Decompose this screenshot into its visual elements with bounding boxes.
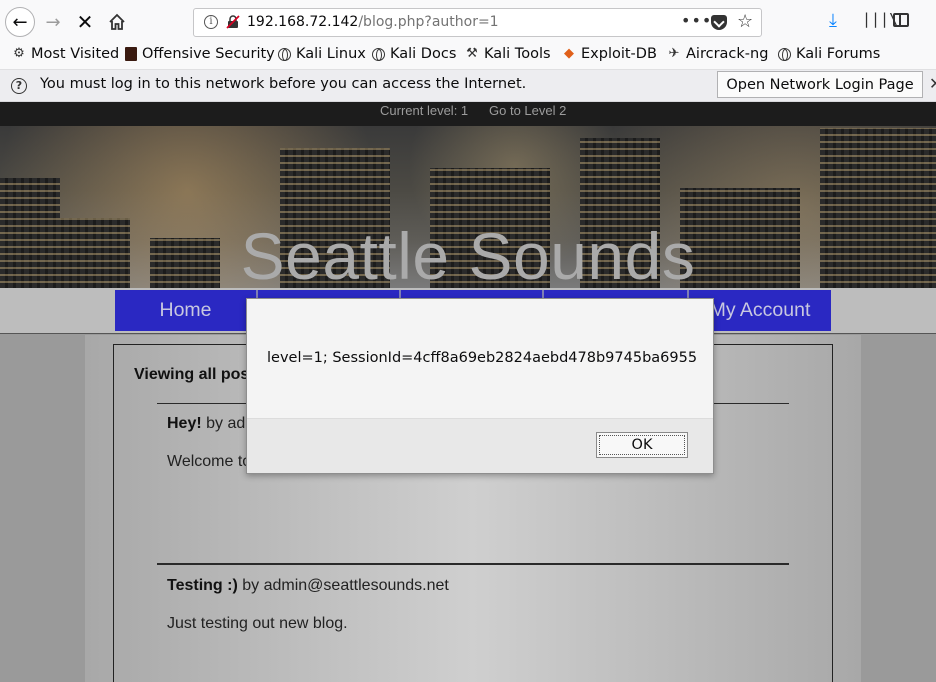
globe-icon (778, 47, 791, 61)
back-button[interactable]: ← (5, 7, 35, 37)
bookmark-offensive-security[interactable]: Offensive Security (125, 46, 275, 62)
post-body: Welcome to (167, 453, 252, 470)
post-byline: by ad (201, 415, 246, 432)
bookmark-label: Exploit-DB (581, 46, 657, 62)
bookmark-aircrack-ng[interactable]: ✈ Aircrack-ng (667, 46, 769, 62)
bookmark-label: Kali Docs (390, 46, 457, 62)
post-divider (157, 563, 789, 565)
hero-banner: Seattle Sounds (0, 126, 936, 288)
bookmark-most-visited[interactable]: ⚙ Most Visited (12, 46, 119, 62)
gear-icon: ⚙ (13, 46, 25, 61)
bookmark-kali-linux[interactable]: Kali Linux (278, 46, 366, 62)
bookmarks-toolbar: ⚙ Most Visited Offensive Security Kali L… (0, 44, 936, 70)
bookmark-kali-docs[interactable]: Kali Docs (372, 46, 456, 62)
url-host: 192.168.72.142 (247, 14, 359, 30)
post-header: Hey! by ad (167, 415, 245, 433)
site-title: Seattle Sounds (240, 219, 696, 288)
nav-home[interactable]: Home (115, 290, 258, 331)
post-byline: by admin@seattlesounds.net (237, 577, 449, 594)
goto-level-link[interactable]: Go to Level 2 (489, 103, 566, 118)
network-login-notification: ? You must log in to this network before… (0, 70, 936, 102)
info-icon[interactable]: i (204, 15, 218, 29)
open-network-login-button[interactable]: Open Network Login Page (717, 71, 923, 98)
url-path: /blog.php?author=1 (358, 14, 499, 30)
bookmark-exploit-db[interactable]: ◆ Exploit-DB (562, 46, 657, 62)
bookmark-label: Aircrack-ng (686, 46, 769, 62)
notification-text: You must log in to this network before y… (40, 76, 527, 92)
kali-tools-icon: ⚒ (466, 46, 478, 61)
arrow-right-icon: → (45, 11, 61, 33)
home-icon (109, 13, 125, 30)
insecure-lock-icon[interactable] (226, 15, 240, 29)
alert-message: level=1; SessionId=4cff8a69eb2824aebd478… (267, 350, 698, 366)
level-bar: Current level: 1 Go to Level 2 (0, 102, 936, 126)
post-header: Testing :) by admin@seattlesounds.net (167, 577, 449, 595)
pocket-icon[interactable] (711, 15, 727, 30)
post-title: Hey! (167, 415, 202, 432)
sidebar-icon[interactable] (893, 10, 909, 27)
stop-button[interactable]: ✕ (70, 7, 100, 37)
home-button[interactable] (102, 7, 132, 37)
arrow-left-icon: ← (12, 11, 28, 33)
download-icon[interactable]: ⤓ (829, 10, 837, 31)
globe-icon (278, 47, 291, 61)
help-icon: ? (11, 78, 27, 94)
forward-button[interactable]: → (38, 7, 68, 37)
globe-icon (372, 47, 385, 61)
bookmark-label: Kali Linux (296, 46, 366, 62)
bookmark-kali-forums[interactable]: Kali Forums (778, 46, 880, 62)
star-icon[interactable]: ☆ (737, 11, 753, 32)
bookmark-label: Most Visited (31, 46, 120, 62)
post-body: Just testing out new blog. (167, 615, 348, 632)
bookmark-label: Kali Tools (484, 46, 551, 62)
bookmark-label: Kali Forums (796, 46, 881, 62)
bookmark-label: Offensive Security (142, 46, 275, 62)
close-icon[interactable]: ✕ (929, 74, 936, 93)
bookmark-kali-tools[interactable]: ⚒ Kali Tools (465, 46, 551, 62)
aircrack-icon: ✈ (668, 46, 680, 61)
post-title: Testing :) (167, 577, 238, 594)
browser-toolbar: ← → ✕ i 192.168.72.142/blog.php?author=1… (0, 0, 936, 44)
current-level-text: Current level: 1 (380, 103, 469, 118)
offsec-icon (125, 47, 137, 61)
close-icon: ✕ (76, 10, 94, 34)
page-actions-icon[interactable]: ••• (681, 11, 712, 30)
viewing-heading: Viewing all pos (134, 366, 250, 383)
url-bar[interactable]: i 192.168.72.142/blog.php?author=1 ••• ☆ (193, 8, 762, 37)
exploit-db-icon: ◆ (564, 46, 574, 61)
alert-footer: OK (247, 418, 713, 473)
alert-dialog: level=1; SessionId=4cff8a69eb2824aebd478… (246, 298, 714, 474)
ok-button[interactable]: OK (596, 432, 688, 458)
url-text[interactable]: 192.168.72.142/blog.php?author=1 (247, 14, 499, 30)
